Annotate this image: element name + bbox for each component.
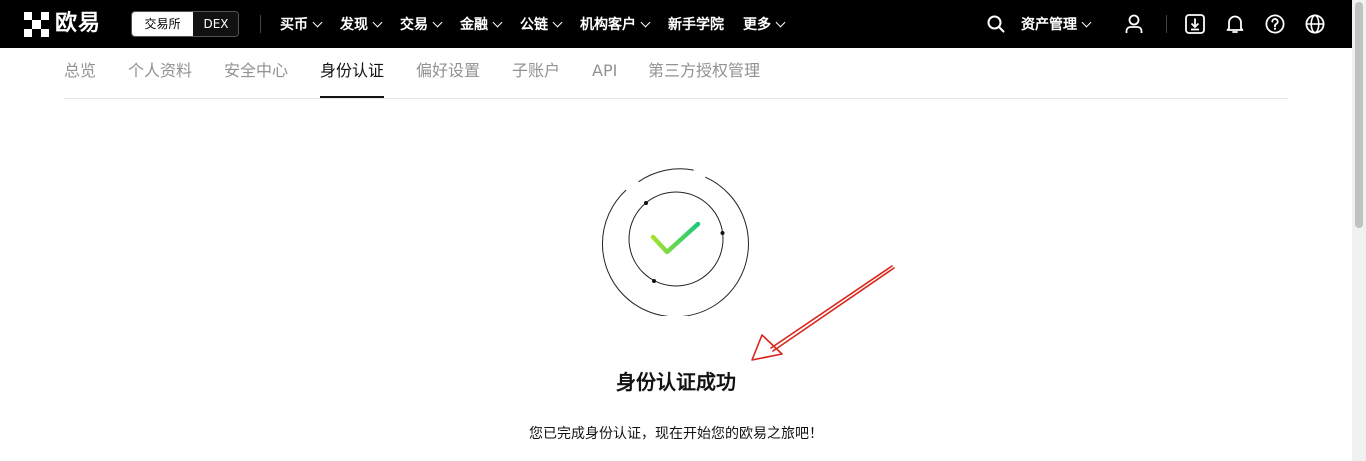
chevron-down-icon xyxy=(640,17,651,27)
tab-security-center[interactable]: 安全中心 xyxy=(224,48,288,98)
chevron-down-icon xyxy=(775,17,786,27)
chevron-down-icon xyxy=(432,17,443,27)
annotation-arrow-icon xyxy=(751,265,895,361)
mode-switch: 交易所 DEX xyxy=(131,11,239,37)
globe-icon[interactable] xyxy=(1303,12,1327,36)
chevron-down-icon xyxy=(372,17,383,27)
chevron-down-icon xyxy=(1081,17,1092,27)
download-icon[interactable] xyxy=(1183,12,1207,36)
account-tabs: 总览 个人资料 安全中心 身份认证 偏好设置 子账户 API 第三方授权管理 xyxy=(64,48,1288,99)
main-menu: 买币 发现 交易 金融 公链 机构客户 新手学院 更多 xyxy=(280,0,803,48)
tab-third-party-authorization[interactable]: 第三方授权管理 xyxy=(648,48,760,98)
tab-preferences[interactable]: 偏好设置 xyxy=(416,48,480,98)
exchange-mode-button[interactable]: 交易所 xyxy=(132,12,193,36)
tab-overview[interactable]: 总览 xyxy=(64,48,96,98)
tab-identity-verification[interactable]: 身份认证 xyxy=(320,48,385,98)
chevron-down-icon xyxy=(552,17,563,27)
bell-icon[interactable] xyxy=(1223,12,1247,36)
page-scrollbar[interactable] xyxy=(1352,0,1366,461)
verification-success-title: 身份认证成功 xyxy=(616,370,736,394)
nav-divider xyxy=(260,15,261,33)
menu-item-finance[interactable]: 金融 xyxy=(460,14,503,34)
search-icon[interactable] xyxy=(984,12,1008,36)
menu-item-more[interactable]: 更多 xyxy=(743,14,786,34)
menu-item-learn[interactable]: 新手学院 xyxy=(668,14,724,34)
user-icon[interactable] xyxy=(1122,12,1146,36)
tab-sub-accounts[interactable]: 子账户 xyxy=(512,48,560,98)
dex-mode-button[interactable]: DEX xyxy=(193,12,238,36)
logo-mark-icon xyxy=(24,11,49,37)
asset-management-menu[interactable]: 资产管理 xyxy=(1021,0,1092,48)
tools-divider xyxy=(1166,15,1167,33)
success-check-icon xyxy=(602,168,749,316)
top-navbar: 欧易 交易所 DEX 买币 发现 交易 金融 公链 机构客户 新手学院 更多 资… xyxy=(0,0,1352,48)
menu-item-institutional[interactable]: 机构客户 xyxy=(580,14,651,34)
tab-api[interactable]: API xyxy=(592,48,617,98)
menu-item-trade[interactable]: 交易 xyxy=(400,14,443,34)
chevron-down-icon xyxy=(312,17,323,27)
help-icon[interactable] xyxy=(1263,12,1287,36)
menu-item-buy-crypto[interactable]: 买币 xyxy=(280,14,323,34)
verification-success-description: 您已完成身份认证，现在开始您的欧易之旅吧！ xyxy=(529,426,823,442)
tab-profile[interactable]: 个人资料 xyxy=(128,48,192,98)
menu-item-discover[interactable]: 发现 xyxy=(340,14,383,34)
scrollbar-thumb[interactable] xyxy=(1355,2,1363,228)
brand-logo[interactable]: 欧易 xyxy=(24,11,101,37)
menu-item-chain[interactable]: 公链 xyxy=(520,14,563,34)
brand-name: 欧易 xyxy=(55,11,102,36)
chevron-down-icon xyxy=(492,17,503,27)
